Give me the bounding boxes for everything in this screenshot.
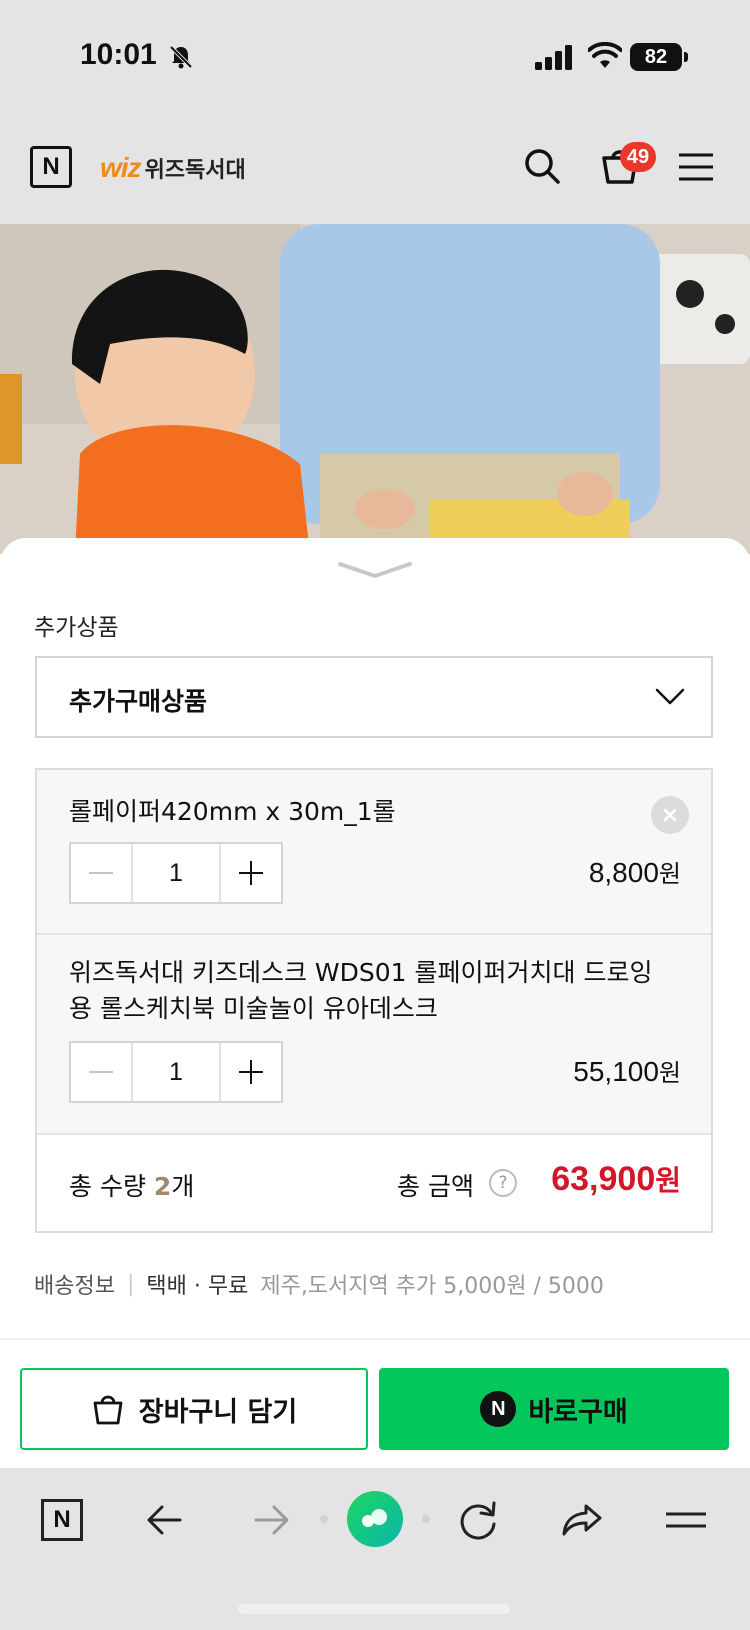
chevron-down-icon: [655, 688, 685, 705]
site-header: N wiz 위즈독서대 49: [0, 120, 750, 224]
status-time: 10:01: [80, 38, 157, 71]
hamburger-menu-icon[interactable]: [678, 152, 714, 182]
total-quantity-unit: 개: [171, 1172, 195, 1201]
shipping-info: 배송정보 | 택배 · 무료 제주,도서지역 추가 5,000원 / 5000: [34, 1268, 604, 1300]
item-price: 8,800원: [589, 854, 681, 889]
item-price-value: 8,800: [588, 857, 659, 888]
selected-item: 롤페이퍼420mm x 30m_1롤 1 8,800원: [37, 770, 711, 933]
shipping-extra-fee: 제주,도서지역 추가 5,000원 / 5000: [260, 1274, 604, 1299]
page-dot: [422, 1515, 430, 1523]
quantity-value[interactable]: 1: [133, 1043, 219, 1101]
order-total-row: 총 수량 2개 총 금액 ? 63,900원: [37, 1133, 711, 1231]
item-price: 55,100원: [573, 1053, 681, 1088]
brand-name: 위즈독서대: [144, 158, 246, 183]
browser-menu-icon[interactable]: [660, 1494, 712, 1546]
green-dot-home-icon[interactable]: [346, 1490, 404, 1548]
quantity-stepper: 1: [69, 842, 283, 904]
add-to-cart-label: 장바구니 담기: [138, 1396, 298, 1428]
brand-wiz-mark: wiz: [100, 152, 142, 183]
close-icon: [663, 808, 677, 822]
item-title: 위즈독서대 키즈데스크 WDS01 롤페이퍼거치대 드로잉용 롤스케치북 미술놀…: [69, 958, 653, 1023]
item-price-value: 55,100: [573, 1056, 659, 1087]
battery-indicator: 82: [630, 43, 682, 71]
total-quantity: 총 수량 2개: [69, 1167, 194, 1203]
currency-unit: 원: [658, 1059, 681, 1087]
total-quantity-label: 총 수량: [69, 1172, 146, 1201]
section-label-addon: 추가상품: [34, 615, 119, 641]
cellular-signal-icon: [535, 45, 572, 70]
addon-product-select[interactable]: 추가구매상품: [35, 656, 713, 738]
quantity-value[interactable]: 1: [133, 844, 219, 902]
status-bar: 10:01 82: [0, 0, 750, 120]
brand-logo[interactable]: wiz 위즈독서대: [100, 150, 246, 186]
battery-tip: [684, 52, 688, 62]
divider: [0, 1338, 750, 1340]
quantity-increase-button[interactable]: [219, 844, 281, 902]
shipping-method: 택배 · 무료: [146, 1274, 249, 1299]
wifi-icon: [588, 42, 622, 68]
reload-icon[interactable]: [452, 1494, 504, 1546]
currency-unit: 원: [655, 1164, 681, 1197]
naver-logo-button[interactable]: N: [30, 146, 72, 188]
bell-off-icon: [169, 45, 193, 69]
purchase-bottom-sheet: 추가상품 추가구매상품 롤페이퍼420mm x 30m_1롤 1 8,800원 …: [0, 538, 750, 1450]
quantity-decrease-button[interactable]: [71, 844, 133, 902]
total-amount-value: 63,900: [551, 1160, 656, 1198]
buy-now-button[interactable]: N 바로구매: [379, 1368, 729, 1450]
quantity-decrease-button[interactable]: [71, 1043, 133, 1101]
product-photo: [0, 224, 750, 554]
cart-count-badge: 49: [620, 142, 656, 172]
shopping-bag-icon: [93, 1395, 123, 1425]
search-icon[interactable]: [522, 146, 562, 186]
forward-arrow-icon[interactable]: [244, 1494, 296, 1546]
shipping-divider: |: [126, 1271, 135, 1297]
quantity-stepper: 1: [69, 1041, 283, 1103]
total-amount: 63,900원: [551, 1159, 681, 1199]
currency-unit: 원: [658, 860, 681, 888]
addon-select-value: 추가구매상품: [69, 687, 208, 716]
naver-n-icon: N: [41, 1499, 83, 1541]
minus-icon: [89, 872, 113, 874]
home-indicator: [238, 1604, 510, 1614]
total-amount-label: 총 금액: [397, 1172, 474, 1201]
add-to-cart-button[interactable]: 장바구니 담기: [20, 1368, 368, 1450]
selected-items-list: 롤페이퍼420mm x 30m_1롤 1 8,800원 위즈독서대 키즈데스크 …: [35, 768, 713, 1233]
buy-now-label: 바로구매: [528, 1396, 628, 1428]
minus-icon: [89, 1071, 113, 1073]
page-dot: [320, 1515, 328, 1523]
browser-naver-home-button[interactable]: N: [36, 1494, 88, 1546]
naver-pay-icon: N: [480, 1391, 517, 1427]
sheet-collapse-handle[interactable]: [338, 558, 412, 580]
selected-item: 위즈독서대 키즈데스크 WDS01 롤페이퍼거치대 드로잉용 롤스케치북 미술놀…: [37, 933, 711, 1133]
product-photo-illustration: [0, 224, 750, 554]
item-title: 롤페이퍼420mm x 30m_1롤: [69, 797, 396, 826]
quantity-increase-button[interactable]: [219, 1043, 281, 1101]
help-icon[interactable]: ?: [489, 1169, 517, 1197]
plus-icon: [239, 861, 263, 885]
shipping-label: 배송정보: [34, 1274, 115, 1299]
back-arrow-icon[interactable]: [140, 1494, 192, 1546]
total-quantity-value: 2: [153, 1172, 172, 1201]
share-icon[interactable]: [556, 1494, 608, 1546]
plus-icon: [239, 1060, 263, 1084]
remove-item-button[interactable]: [651, 796, 689, 834]
